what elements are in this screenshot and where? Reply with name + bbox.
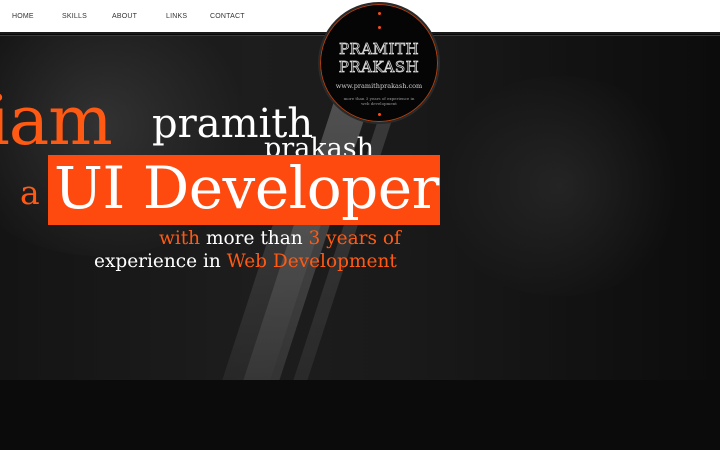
nav-links[interactable]: LINKS: [166, 13, 187, 20]
logo-first-name: PRAMITH: [338, 40, 420, 59]
nav-skills[interactable]: SKILLS: [62, 13, 87, 20]
hero-role: UI Developer: [54, 154, 439, 222]
text-experience: experience in: [94, 251, 227, 272]
text-web-development: Web Development: [226, 251, 397, 272]
hero-experience-line1: with more than 3 years of: [159, 228, 401, 249]
nav-home[interactable]: HOME: [12, 13, 34, 20]
logo-dot: [378, 26, 381, 29]
background-glow: [430, 76, 690, 296]
text-with: with: [159, 228, 201, 249]
nav-about[interactable]: ABOUT: [112, 13, 137, 20]
hero-article: a: [20, 173, 40, 212]
logo-tagline: more than 3 years of experience in web d…: [343, 96, 415, 106]
hero-experience-line2: experience in Web Development: [94, 251, 397, 272]
footer-area: [0, 380, 720, 450]
logo-url: www.pramithprakash.com: [335, 82, 423, 90]
logo-last-name: PRAKASH: [338, 58, 420, 77]
hero-iam: iam: [0, 82, 113, 161]
logo-dot: [378, 12, 381, 15]
text-more-than: more than: [200, 228, 309, 249]
logo-dot: [378, 113, 381, 116]
nav-contact[interactable]: CONTACT: [210, 13, 245, 20]
text-years: 3 years of: [308, 228, 401, 249]
site-logo[interactable]: PRAMITH PRAKASH www.pramithprakash.com m…: [318, 2, 440, 124]
